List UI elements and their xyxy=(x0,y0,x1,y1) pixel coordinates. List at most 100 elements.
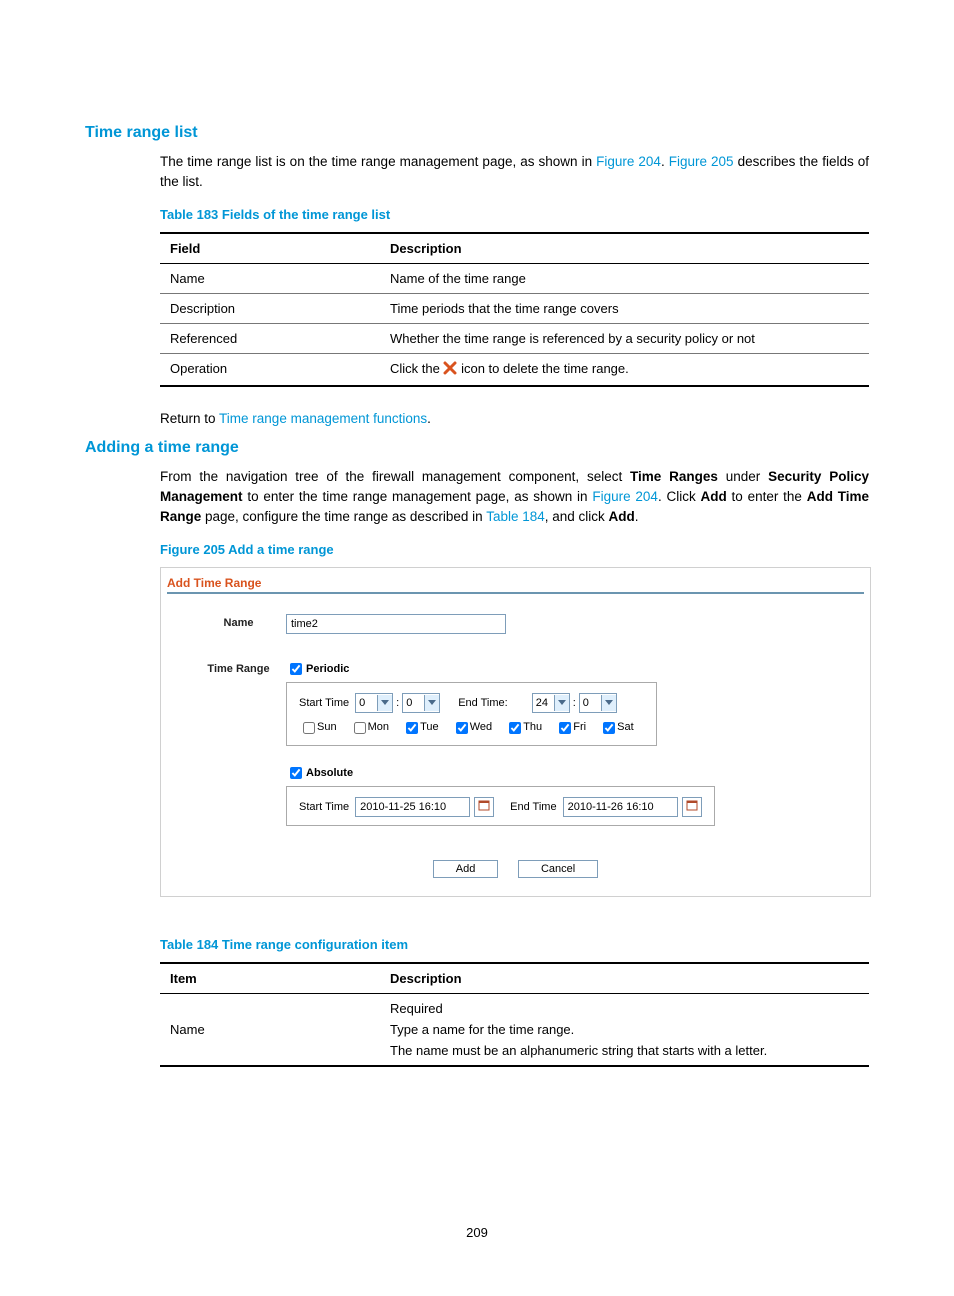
chevron-down-icon xyxy=(601,695,616,711)
text: . xyxy=(427,411,431,426)
day-fri-label: Fri xyxy=(573,721,586,733)
cancel-button[interactable]: Cancel xyxy=(518,860,598,878)
abs-end-label: End Time xyxy=(510,801,556,813)
text: . Click xyxy=(658,489,701,504)
day-thu-label: Thu xyxy=(523,721,542,733)
end-time-label: End Time: xyxy=(458,697,508,709)
table-row: Name Required Type a name for the time r… xyxy=(160,993,869,1066)
chevron-down-icon xyxy=(377,695,392,711)
chevron-down-icon xyxy=(424,695,439,711)
table-183-caption: Table 183 Fields of the time range list xyxy=(160,207,869,222)
periodic-fieldset: Start Time 0 : 0 End Time: 24 : 0 Sun Mo… xyxy=(286,682,657,746)
link-figure-205[interactable]: Figure 205 xyxy=(669,154,734,169)
cell-description: Required Type a name for the time range.… xyxy=(380,993,869,1066)
absolute-checkbox[interactable] xyxy=(290,767,302,779)
text: . xyxy=(635,509,639,524)
calendar-icon xyxy=(686,799,698,814)
section-heading-adding-a-time-range: Adding a time range xyxy=(85,439,869,457)
table-row: Name Name of the time range xyxy=(160,263,869,293)
text: Type a name for the time range. xyxy=(390,1022,859,1037)
table-row: Description Time periods that the time r… xyxy=(160,293,869,323)
cell-description: Name of the time range xyxy=(380,263,869,293)
table-header-item: Item xyxy=(160,963,380,994)
text: under xyxy=(718,469,768,484)
figure-add-time-range: Add Time Range Name Time Range Periodic … xyxy=(160,567,871,897)
table-184-caption: Table 184 Time range configuration item xyxy=(160,937,869,952)
text: From the navigation tree of the firewall… xyxy=(160,469,630,484)
cell-field: Operation xyxy=(160,353,380,386)
day-fri-checkbox[interactable] xyxy=(559,722,571,734)
day-sat-checkbox[interactable] xyxy=(603,722,615,734)
name-label: Name xyxy=(191,614,286,629)
text: icon to delete the time range. xyxy=(461,361,629,376)
add-button[interactable]: Add xyxy=(433,860,499,878)
start-hour-select[interactable]: 0 xyxy=(355,693,393,713)
text-bold: Add xyxy=(701,489,727,504)
chevron-down-icon xyxy=(554,695,569,711)
text: , and click xyxy=(545,509,609,524)
periodic-label: Periodic xyxy=(306,663,349,675)
day-sun-label: Sun xyxy=(317,721,337,733)
day-wed-checkbox[interactable] xyxy=(456,722,468,734)
abs-start-input[interactable] xyxy=(355,797,470,817)
text: . xyxy=(661,154,669,169)
cell-description: Time periods that the time range covers xyxy=(380,293,869,323)
day-mon-label: Mon xyxy=(368,721,389,733)
link-table-184[interactable]: Table 184 xyxy=(486,509,545,524)
panel-title: Add Time Range xyxy=(161,568,870,592)
cell-field: Referenced xyxy=(160,323,380,353)
cell-field: Description xyxy=(160,293,380,323)
absolute-label: Absolute xyxy=(306,767,353,779)
text: Required xyxy=(390,1001,859,1016)
cell-description: Click the icon to delete the time range. xyxy=(380,353,869,386)
day-sat-label: Sat xyxy=(617,721,634,733)
table-184: Item Description Name Required Type a na… xyxy=(160,962,869,1067)
text: The time range list is on the time range… xyxy=(160,154,596,169)
day-thu-checkbox[interactable] xyxy=(509,722,521,734)
day-sun-checkbox[interactable] xyxy=(303,722,315,734)
text: to enter the time range management page,… xyxy=(243,489,593,504)
periodic-checkbox[interactable] xyxy=(290,663,302,675)
table-row: Operation Click the icon to delete the t… xyxy=(160,353,869,386)
table-header-field: Field xyxy=(160,233,380,264)
cell-item: Name xyxy=(160,993,380,1066)
abs-end-input[interactable] xyxy=(563,797,678,817)
table-header-description: Description xyxy=(380,963,869,994)
page-number: 209 xyxy=(0,1225,954,1240)
absolute-fieldset: Start Time End Time xyxy=(286,786,715,826)
day-mon-checkbox[interactable] xyxy=(354,722,366,734)
calendar-button[interactable] xyxy=(682,797,702,817)
text-bold: Add xyxy=(609,509,635,524)
figure-205-caption: Figure 205 Add a time range xyxy=(160,542,869,557)
text: Return to xyxy=(160,411,219,426)
text-bold: Time Ranges xyxy=(630,469,718,484)
end-hour-select[interactable]: 24 xyxy=(532,693,570,713)
start-time-label: Start Time xyxy=(299,697,349,709)
calendar-button[interactable] xyxy=(474,797,494,817)
delete-icon xyxy=(443,361,457,378)
time-range-label: Time Range xyxy=(191,660,286,675)
paragraph: The time range list is on the time range… xyxy=(160,152,869,193)
text: page, configure the time range as descri… xyxy=(201,509,486,524)
text: The name must be an alphanumeric string … xyxy=(390,1043,859,1058)
start-minute-select[interactable]: 0 xyxy=(402,693,440,713)
text: Click the xyxy=(390,361,443,376)
cell-description: Whether the time range is referenced by … xyxy=(380,323,869,353)
paragraph: From the navigation tree of the firewall… xyxy=(160,467,869,528)
day-tue-checkbox[interactable] xyxy=(406,722,418,734)
table-row: Referenced Whether the time range is ref… xyxy=(160,323,869,353)
name-input[interactable] xyxy=(286,614,506,634)
link-figure-204[interactable]: Figure 204 xyxy=(592,489,658,504)
link-figure-204[interactable]: Figure 204 xyxy=(596,154,661,169)
day-tue-label: Tue xyxy=(420,721,439,733)
link-time-range-management-functions[interactable]: Time range management functions xyxy=(219,411,427,426)
calendar-icon xyxy=(478,799,490,814)
paragraph: Return to Time range management function… xyxy=(160,409,869,429)
abs-start-label: Start Time xyxy=(299,801,349,813)
text: to enter the xyxy=(727,489,807,504)
table-183: Field Description Name Name of the time … xyxy=(160,232,869,387)
table-header-description: Description xyxy=(380,233,869,264)
end-minute-select[interactable]: 0 xyxy=(579,693,617,713)
day-wed-label: Wed xyxy=(470,721,492,733)
divider xyxy=(167,592,864,594)
